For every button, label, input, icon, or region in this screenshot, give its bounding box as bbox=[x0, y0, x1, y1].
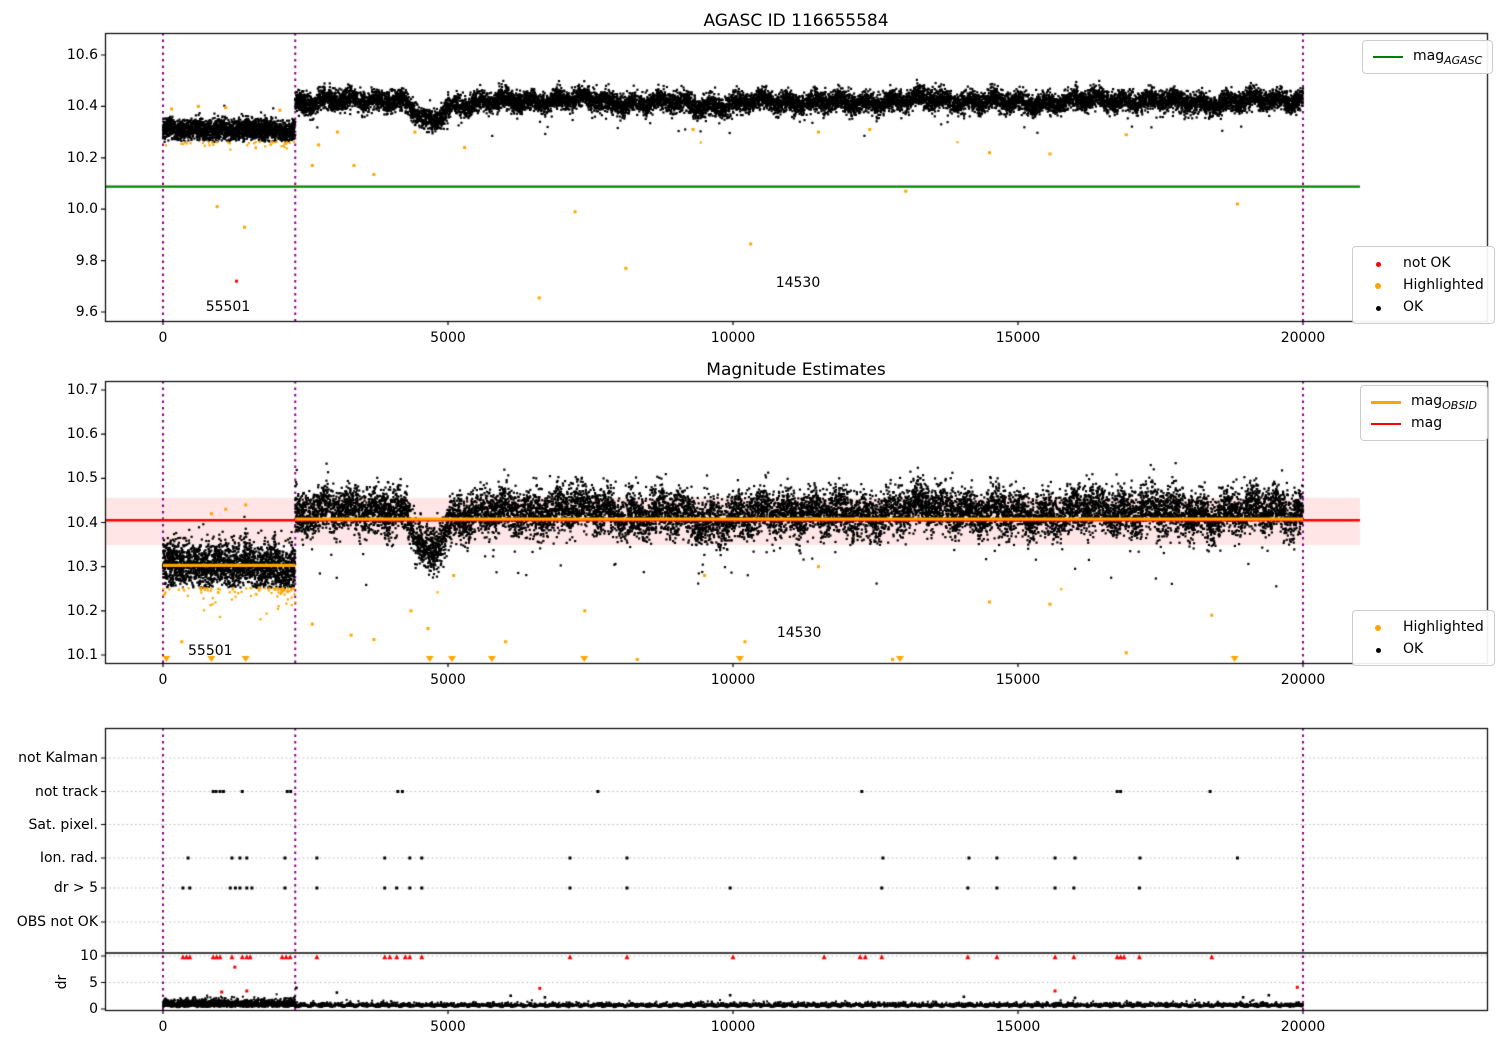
legend-label: OK bbox=[1403, 641, 1423, 657]
flag-category-label: OBS not OK bbox=[17, 914, 98, 930]
x-tick-label: 5000 bbox=[430, 672, 466, 688]
legend-row: OK bbox=[1363, 296, 1484, 318]
orange-line-icon bbox=[1371, 401, 1401, 404]
flag-category-label: not track bbox=[35, 784, 98, 800]
x-tick-label: 20000 bbox=[1281, 672, 1326, 688]
plot-canvas bbox=[0, 0, 1500, 1050]
y-tick-label: 10.3 bbox=[67, 559, 98, 575]
x-tick-label: 10000 bbox=[711, 672, 756, 688]
legend-row: Highlighted bbox=[1363, 616, 1484, 638]
legend-row: not OK bbox=[1363, 252, 1484, 274]
legend-row: magOBSID bbox=[1371, 391, 1477, 413]
orange-dot-icon bbox=[1363, 619, 1393, 635]
top-plot-title: AGASC ID 116655584 bbox=[703, 11, 888, 31]
x-tick-label: 15000 bbox=[996, 672, 1041, 688]
middle-plot-title: Magnitude Estimates bbox=[706, 360, 885, 380]
x-tick-label: 0 bbox=[159, 1019, 168, 1035]
legend-mag-lines: magOBSID mag bbox=[1360, 385, 1488, 441]
obsid-annotation: 14530 bbox=[777, 625, 822, 641]
dr-tick-label: 10 bbox=[80, 948, 98, 964]
legend-label: Highlighted bbox=[1403, 619, 1484, 635]
obsid-annotation: 55501 bbox=[206, 299, 251, 315]
y-tick-label: 10.2 bbox=[67, 150, 98, 166]
legend-row: OK bbox=[1363, 638, 1484, 660]
orange-dot-icon bbox=[1363, 277, 1393, 293]
x-tick-label: 10000 bbox=[711, 330, 756, 346]
dr-tick-label: 0 bbox=[89, 1001, 98, 1017]
figure: AGASC ID 116655584 Magnitude Estimates m… bbox=[0, 0, 1500, 1050]
legend-label: mag bbox=[1411, 415, 1442, 434]
y-tick-label: 10.0 bbox=[67, 201, 98, 217]
dr-tick-label: 5 bbox=[89, 975, 98, 991]
y-tick-label: 9.8 bbox=[76, 253, 98, 269]
flag-category-label: dr > 5 bbox=[54, 880, 98, 896]
x-tick-label: 10000 bbox=[711, 1019, 756, 1035]
x-tick-label: 20000 bbox=[1281, 330, 1326, 346]
legend-middle-points: Highlighted OK bbox=[1352, 610, 1495, 666]
flag-category-label: not Kalman bbox=[18, 750, 98, 766]
obsid-annotation: 55501 bbox=[188, 643, 233, 659]
x-tick-label: 15000 bbox=[996, 330, 1041, 346]
legend-label: OK bbox=[1403, 299, 1423, 315]
legend-row: Highlighted bbox=[1363, 274, 1484, 296]
y-tick-label: 10.6 bbox=[67, 426, 98, 442]
x-tick-label: 15000 bbox=[996, 1019, 1041, 1035]
green-line-icon bbox=[1373, 56, 1403, 58]
y-tick-label: 10.2 bbox=[67, 603, 98, 619]
legend-top-points: not OK Highlighted OK bbox=[1352, 246, 1495, 324]
y-tick-label: 9.6 bbox=[76, 304, 98, 320]
y-tick-label: 10.4 bbox=[67, 98, 98, 114]
flag-category-label: Ion. rad. bbox=[40, 850, 98, 866]
black-dot-icon bbox=[1363, 641, 1393, 657]
y-tick-label: 10.7 bbox=[67, 382, 98, 398]
x-tick-label: 20000 bbox=[1281, 1019, 1326, 1035]
legend-mag-agasc: magAGASC bbox=[1362, 40, 1493, 74]
legend-label: not OK bbox=[1403, 255, 1451, 271]
y-tick-label: 10.4 bbox=[67, 515, 98, 531]
legend-label: magAGASC bbox=[1413, 48, 1482, 67]
y-tick-label: 10.6 bbox=[67, 47, 98, 63]
red-dot-icon bbox=[1363, 255, 1393, 271]
legend-row: magAGASC bbox=[1373, 46, 1482, 68]
flag-category-label: Sat. pixel. bbox=[29, 817, 98, 833]
red-line-icon bbox=[1371, 423, 1401, 425]
black-dot-icon bbox=[1363, 299, 1393, 315]
y-tick-label: 10.1 bbox=[67, 647, 98, 663]
y-tick-label: 10.5 bbox=[67, 470, 98, 486]
legend-row: mag bbox=[1371, 413, 1477, 435]
legend-label: Highlighted bbox=[1403, 277, 1484, 293]
x-tick-label: 5000 bbox=[430, 1019, 466, 1035]
dr-axis-label: dr bbox=[54, 975, 70, 990]
x-tick-label: 0 bbox=[159, 330, 168, 346]
x-tick-label: 0 bbox=[159, 672, 168, 688]
x-tick-label: 5000 bbox=[430, 330, 466, 346]
obsid-annotation: 14530 bbox=[776, 275, 821, 291]
legend-label: magOBSID bbox=[1411, 393, 1477, 412]
